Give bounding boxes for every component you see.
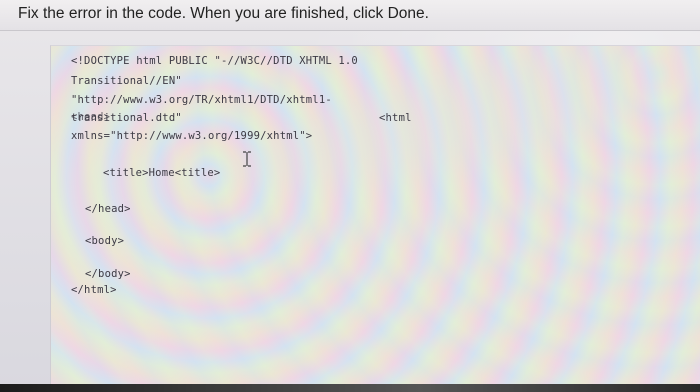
code-line-doctype-1[interactable]: <!DOCTYPE html PUBLIC "-//W3C//DTD XHTML… — [71, 55, 358, 67]
instruction-text: Fix the error in the code. When you are … — [18, 5, 429, 22]
code-line-xmlns[interactable]: xmlns="http://www.w3.org/1999/xhtml"> — [71, 130, 312, 142]
code-line-head-close[interactable]: </head> — [85, 203, 131, 215]
code-line-html-close[interactable]: </html> — [71, 284, 117, 296]
code-line-body-open[interactable]: <body> — [85, 235, 124, 247]
code-line-doctype-2[interactable]: Transitional//EN" — [71, 75, 182, 87]
code-line-body-close[interactable]: </body> — [85, 268, 131, 280]
screen: Fix the error in the code. When you are … — [0, 0, 700, 392]
text-cursor-icon — [241, 151, 253, 167]
code-line-doctype-3[interactable]: "http://www.w3.org/TR/xhtml1/DTD/xhtml1- — [71, 94, 332, 106]
bottom-bezel — [0, 384, 700, 392]
instruction-bar: Fix the error in the code. When you are … — [0, 0, 700, 31]
code-line-head-open[interactable]: <head> — [71, 111, 110, 123]
code-line-title[interactable]: <title>Home<title> — [103, 167, 220, 179]
code-editor[interactable]: <!DOCTYPE html PUBLIC "-//W3C//DTD XHTML… — [50, 45, 700, 386]
code-line-html-open[interactable]: <html — [379, 112, 412, 124]
